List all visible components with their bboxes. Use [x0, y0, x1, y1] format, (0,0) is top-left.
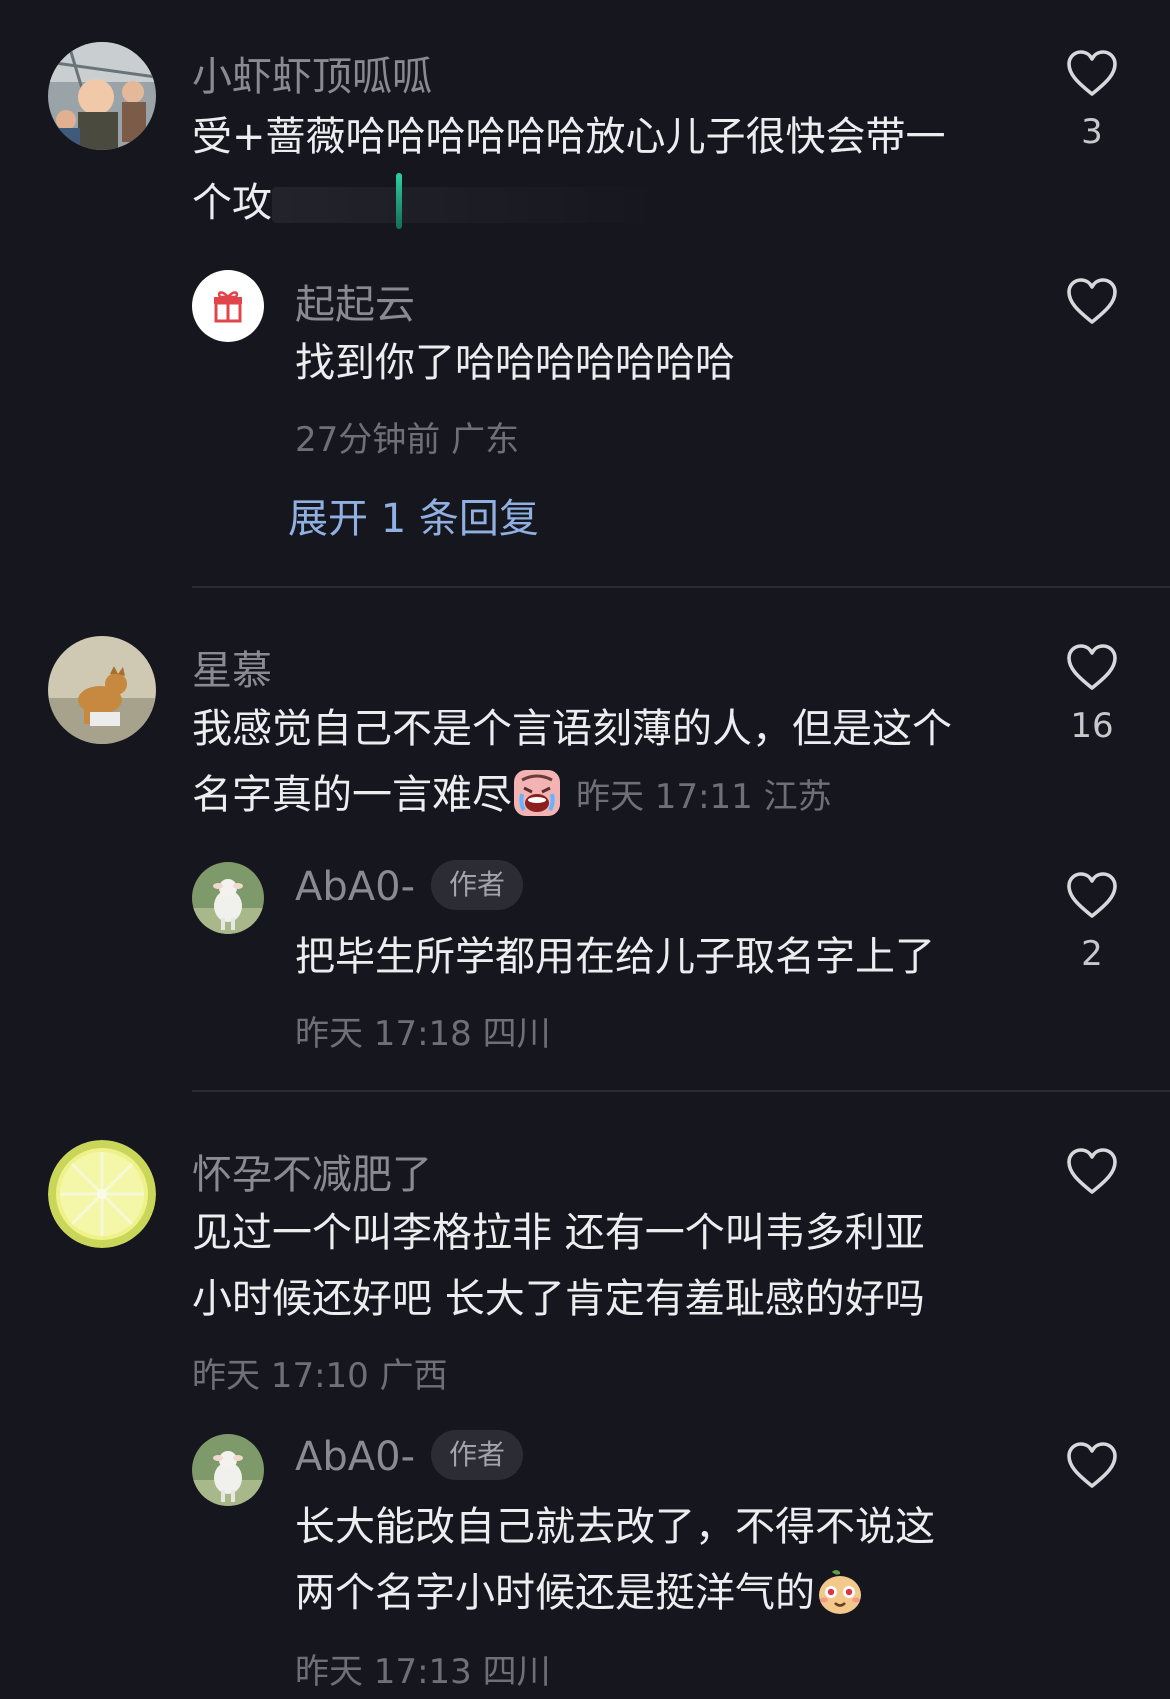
divider: [192, 1090, 1170, 1092]
reply-username-text: AbA0-: [295, 1434, 415, 1480]
like-count: 16: [1070, 706, 1114, 746]
reply-text-fragment: 两个名字小时候还是挺洋气的: [295, 1570, 815, 1616]
avatar[interactable]: [48, 636, 156, 744]
heart-outline-icon: [1067, 644, 1117, 690]
heart-outline-icon: [1067, 50, 1117, 96]
like-count: 3: [1081, 112, 1103, 152]
blurred-overlay: [272, 173, 652, 229]
like-button[interactable]: [1065, 1440, 1119, 1490]
heart-outline-icon: [1067, 1442, 1117, 1488]
avatar[interactable]: [192, 862, 264, 934]
comment-username[interactable]: 小虾虾顶呱呱: [192, 44, 432, 102]
pear-face-emoji: [815, 1566, 865, 1616]
reply-text: 把毕生所学都用在给儿子取名字上了: [295, 934, 935, 980]
avatar[interactable]: [48, 1140, 156, 1248]
avatar[interactable]: [192, 1434, 264, 1506]
avatar[interactable]: [48, 42, 156, 150]
like-button[interactable]: [1065, 642, 1119, 692]
like-button[interactable]: [1065, 48, 1119, 98]
reply-text: 找到你了哈哈哈哈哈哈哈: [295, 340, 735, 386]
comment-text-line: 小时候还好吧 长大了肯定有羞耻感的好吗: [192, 1276, 925, 1322]
heart-outline-icon: [1067, 872, 1117, 918]
comment-text-fragment: 个攻: [192, 180, 272, 226]
reply-text: 长大能改自己就去改了，不得不说这 两个名字小时候还是挺洋气的: [295, 1494, 935, 1626]
gift-icon: [214, 291, 242, 323]
reply-meta: 昨天 17:13 四川: [295, 1652, 551, 1692]
like-button[interactable]: [1065, 276, 1119, 326]
heart-outline-icon: [1067, 278, 1117, 324]
comment-text: 我感觉自己不是个言语刻薄的人，但是这个 名字真的一言难尽 昨天 17:11 江苏: [192, 696, 952, 830]
comment-username[interactable]: 星慕: [192, 638, 272, 696]
reply-meta: 昨天 17:18 四川: [295, 1014, 551, 1054]
avatar[interactable]: [192, 270, 264, 342]
comment-text: 见过一个叫李格拉非 还有一个叫韦多利亚 小时候还好吧 长大了肯定有羞耻感的好吗: [192, 1200, 925, 1332]
comment-text-line: 我感觉自己不是个言语刻薄的人，但是这个: [192, 706, 952, 752]
expand-replies-link[interactable]: 展开 1 条回复: [288, 486, 539, 544]
comment-username[interactable]: 怀孕不减肥了: [192, 1142, 432, 1200]
reply-text-line-2: 两个名字小时候还是挺洋气的: [295, 1560, 935, 1626]
reply-username[interactable]: AbA0- 作者: [295, 1430, 524, 1484]
comment-text-line: 受+蔷薇哈哈哈哈哈哈放心儿子很快会带一: [192, 114, 946, 160]
comment-meta: 昨天 17:11 江苏: [576, 777, 832, 817]
author-badge: 作者: [431, 860, 524, 910]
comment-text: 受+蔷薇哈哈哈哈哈哈放心儿子很快会带一 个攻: [192, 104, 946, 236]
comment-text-line-2: 名字真的一言难尽 昨天 17:11 江苏: [192, 762, 952, 830]
reply-username[interactable]: AbA0- 作者: [295, 860, 524, 914]
comment-text-line: 见过一个叫李格拉非 还有一个叫韦多利亚: [192, 1210, 925, 1256]
author-badge: 作者: [431, 1430, 524, 1480]
reply-username[interactable]: 起起云: [295, 272, 415, 330]
comment-meta: 昨天 17:10 广西: [192, 1356, 448, 1396]
like-button[interactable]: [1065, 870, 1119, 920]
reply-meta: 27分钟前 广东: [295, 420, 520, 460]
divider: [192, 586, 1170, 588]
heart-outline-icon: [1067, 1148, 1117, 1194]
crying-face-emoji: [512, 768, 562, 818]
comment-text-fragment: 名字真的一言难尽: [192, 772, 512, 818]
reply-text-line: 长大能改自己就去改了，不得不说这: [295, 1504, 935, 1550]
like-button[interactable]: [1065, 1146, 1119, 1196]
comment-text-line-2: 个攻: [192, 170, 946, 236]
reply-username-text: AbA0-: [295, 864, 415, 910]
like-count: 2: [1081, 934, 1103, 974]
